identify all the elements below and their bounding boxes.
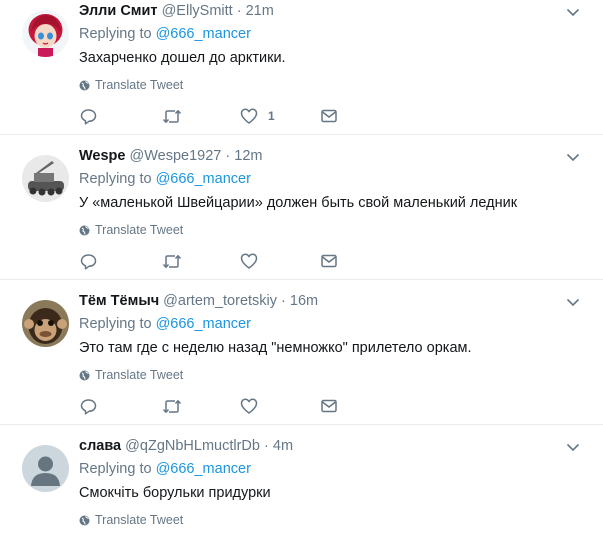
tweet-text: Это там где с неделю назад "немножко" пр… bbox=[79, 340, 472, 356]
replying-to-label: Replying to bbox=[79, 461, 152, 477]
globe-icon bbox=[79, 225, 90, 236]
tweet[interactable]: Элли Смит @EllySmitt · 21m Replying to @… bbox=[0, 0, 603, 135]
replying-to-link[interactable]: @666_mancer bbox=[156, 316, 251, 332]
tweet[interactable]: Тём Тёмыч @artem_toretskiy · 16m Replyin… bbox=[0, 290, 603, 425]
chevron-down-icon[interactable] bbox=[566, 150, 580, 162]
timestamp[interactable]: 16m bbox=[290, 293, 318, 309]
translate-label[interactable]: Translate Tweet bbox=[95, 78, 183, 93]
replying-to-link[interactable]: @666_mancer bbox=[156, 171, 251, 187]
user-name[interactable]: Элли Смит bbox=[79, 3, 158, 19]
avatar[interactable] bbox=[22, 445, 69, 492]
tweet-header: Элли Смит @EllySmitt · 21m bbox=[79, 3, 274, 20]
translate-tweet-link[interactable]: Translate Tweet bbox=[79, 223, 183, 238]
separator-dot: · bbox=[281, 293, 286, 309]
translate-label[interactable]: Translate Tweet bbox=[95, 223, 183, 238]
chevron-down-icon[interactable] bbox=[566, 5, 580, 17]
user-handle[interactable]: @qZgNbHLmuctlrDb bbox=[125, 438, 260, 454]
reply-icon[interactable] bbox=[80, 107, 97, 125]
retweet-icon[interactable] bbox=[162, 252, 182, 270]
replying-to-label: Replying to bbox=[79, 171, 152, 187]
replying-to: Replying to @666_mancer bbox=[79, 461, 251, 478]
separator-dot: · bbox=[225, 148, 231, 164]
like-button[interactable] bbox=[240, 252, 268, 270]
translate-tweet-link[interactable]: Translate Tweet bbox=[79, 368, 183, 383]
heart-icon bbox=[240, 108, 258, 124]
tweet-header: Wespe @Wespe1927 · 12m bbox=[79, 148, 262, 165]
tweet-header: Тём Тёмыч @artem_toretskiy · 16m bbox=[79, 293, 318, 310]
avatar[interactable] bbox=[22, 155, 69, 202]
tweet[interactable]: слава @qZgNbHLmuctlrDb · 4m Replying to … bbox=[0, 435, 603, 540]
replying-to-link[interactable]: @666_mancer bbox=[156, 26, 251, 42]
heart-icon bbox=[240, 253, 258, 269]
retweet-icon[interactable] bbox=[162, 397, 182, 415]
envelope-icon[interactable] bbox=[321, 252, 337, 270]
avatar[interactable] bbox=[22, 300, 69, 347]
globe-icon bbox=[79, 515, 90, 526]
translate-label[interactable]: Translate Tweet bbox=[95, 368, 183, 383]
separator-dot: · bbox=[264, 438, 269, 454]
timestamp[interactable]: 12m bbox=[234, 148, 262, 164]
envelope-icon[interactable] bbox=[321, 107, 337, 125]
avatar[interactable] bbox=[22, 10, 69, 57]
replying-to: Replying to @666_mancer bbox=[79, 26, 251, 43]
tweet[interactable]: Wespe @Wespe1927 · 12m Replying to @666_… bbox=[0, 145, 603, 280]
tweet-text: Смокчіть борульки придурки bbox=[79, 485, 271, 501]
translate-tweet-link[interactable]: Translate Tweet bbox=[79, 78, 183, 93]
globe-icon bbox=[79, 370, 90, 381]
user-name[interactable]: Тём Тёмыч bbox=[79, 293, 159, 309]
separator-dot: · bbox=[236, 3, 242, 19]
timestamp[interactable]: 4m bbox=[273, 438, 293, 454]
envelope-icon[interactable] bbox=[321, 397, 337, 415]
timestamp[interactable]: 21m bbox=[246, 3, 274, 19]
translate-label[interactable]: Translate Tweet bbox=[95, 513, 183, 528]
globe-icon bbox=[79, 80, 90, 91]
like-button[interactable] bbox=[240, 397, 268, 415]
tweet-text: Захарченко дошел до арктики. bbox=[79, 50, 286, 66]
replying-to-label: Replying to bbox=[79, 26, 152, 42]
replying-to-label: Replying to bbox=[79, 316, 152, 332]
chevron-down-icon[interactable] bbox=[566, 440, 580, 452]
tweet-actions: 1 bbox=[79, 107, 379, 125]
translate-tweet-link[interactable]: Translate Tweet bbox=[79, 513, 183, 528]
tweet-text: У «маленькой Швейцарии» должен быть свой… bbox=[79, 195, 518, 211]
retweet-icon[interactable] bbox=[162, 107, 182, 125]
tweet-header: слава @qZgNbHLmuctlrDb · 4m bbox=[79, 438, 293, 455]
like-count: 1 bbox=[268, 109, 275, 123]
user-handle[interactable]: @Wespe1927 bbox=[130, 148, 222, 164]
like-button[interactable]: 1 bbox=[240, 107, 275, 125]
replying-to: Replying to @666_mancer bbox=[79, 316, 251, 333]
reply-icon[interactable] bbox=[80, 397, 97, 415]
tweet-actions bbox=[79, 252, 379, 270]
heart-icon bbox=[240, 398, 258, 414]
user-name[interactable]: слава bbox=[79, 438, 121, 454]
user-name[interactable]: Wespe bbox=[79, 148, 125, 164]
replying-to: Replying to @666_mancer bbox=[79, 171, 251, 188]
reply-icon[interactable] bbox=[80, 252, 97, 270]
user-handle[interactable]: @EllySmitt bbox=[162, 3, 233, 19]
user-handle[interactable]: @artem_toretskiy bbox=[163, 293, 277, 309]
chevron-down-icon[interactable] bbox=[566, 295, 580, 307]
tweet-actions bbox=[79, 397, 379, 415]
replying-to-link[interactable]: @666_mancer bbox=[156, 461, 251, 477]
